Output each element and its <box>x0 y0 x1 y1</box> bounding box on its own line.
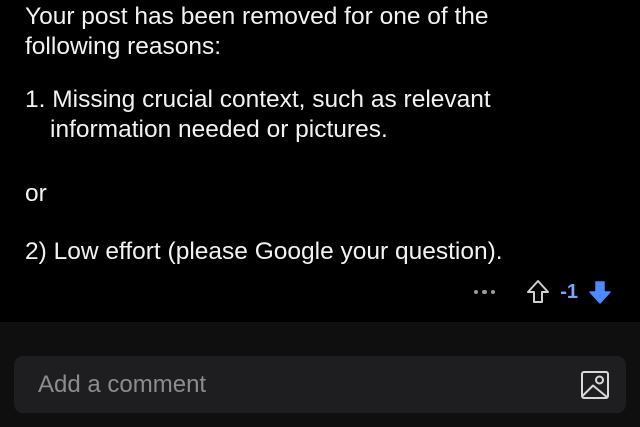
downvote-icon[interactable] <box>588 279 612 305</box>
reason-1-line-1: 1. Missing crucial context, such as rele… <box>25 86 491 113</box>
vote-score: -1 <box>560 280 578 303</box>
comment-screen: Your post has been removed for one of th… <box>0 0 640 427</box>
reason-1-line-2: information needed or pictures. <box>50 116 388 143</box>
reason-2: 2) Low effort (please Google your questi… <box>25 238 503 265</box>
more-horizontal-icon[interactable] <box>473 289 496 295</box>
reason-1: 1. Missing crucial context, such as rele… <box>25 85 625 145</box>
comment-body: Your post has been removed for one of th… <box>25 0 625 267</box>
comment-intro-line-2: following reasons: <box>25 33 222 60</box>
image-attach-icon[interactable] <box>580 370 610 400</box>
comment-composer[interactable]: Add a comment <box>14 356 626 413</box>
add-comment-input[interactable]: Add a comment <box>38 371 206 399</box>
upvote-icon[interactable] <box>526 279 550 305</box>
comment-actions: -1 <box>473 276 612 308</box>
or-text: or <box>25 180 47 207</box>
comment-intro-line-1: Your post has been removed for one of th… <box>25 3 489 30</box>
